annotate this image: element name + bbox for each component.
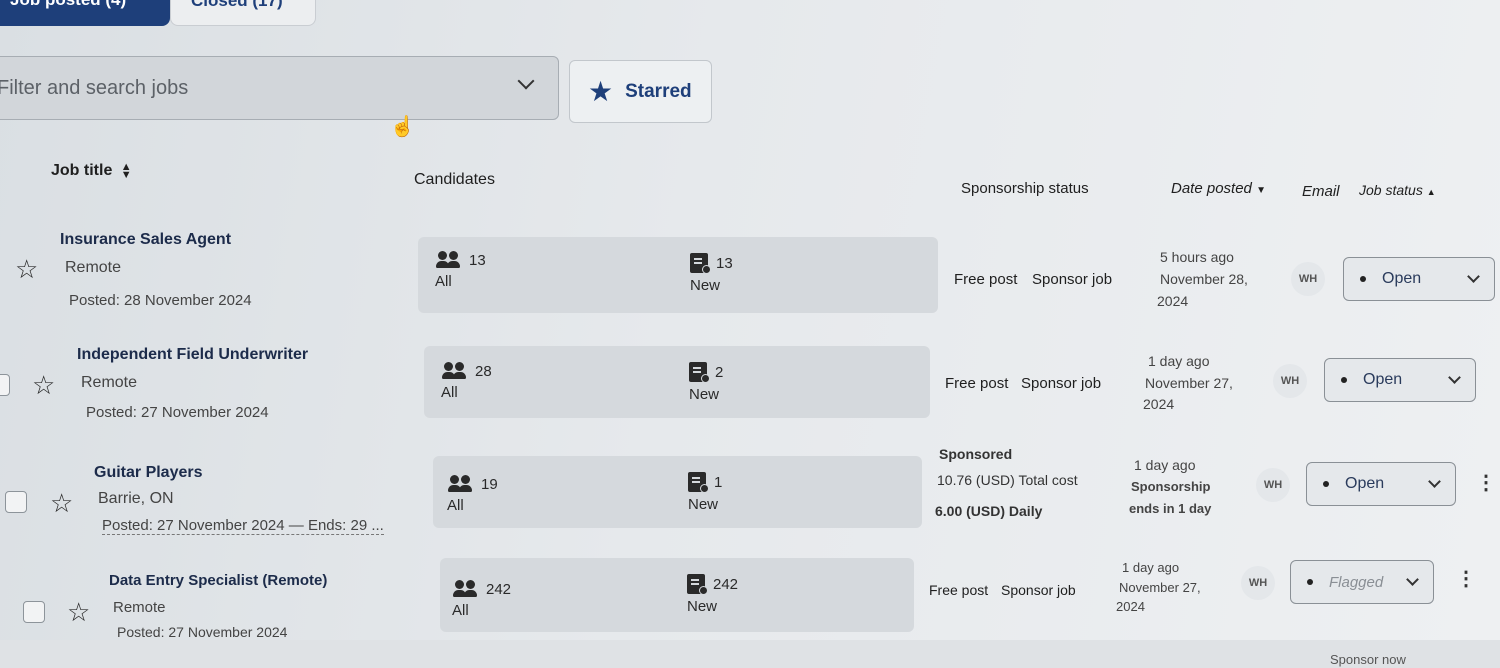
job-title[interactable]: Data Entry Specialist (Remote) [109,572,327,589]
status-dot-icon [1307,579,1313,585]
sponsorship-end: Sponsorship [1131,479,1211,494]
status-dot-icon [1323,481,1329,487]
candidates-panel [424,346,930,418]
candidates-panel [440,558,914,632]
job-title[interactable]: Independent Field Underwriter [77,346,308,364]
date-relative: 1 day ago [1134,457,1196,473]
header-job-title[interactable]: Job title ▲ ▼ [51,161,132,180]
date-absolute: November 27, [1145,375,1233,391]
job-status-select[interactable]: Flagged [1290,560,1434,604]
candidates-panel [433,456,922,528]
date-absolute: November 28, [1160,271,1248,287]
free-post-label: Free post [929,582,989,598]
candidates-all[interactable]: 19 All [447,475,498,514]
next-row-band [0,640,1500,668]
star-outline-icon[interactable]: ☆ [50,490,73,516]
sponsored-label: Sponsored [939,446,1013,462]
job-title[interactable]: Insurance Sales Agent [60,231,231,249]
tab-closed[interactable]: Closed (17) [170,0,316,26]
star-outline-icon[interactable]: ☆ [15,256,38,282]
hand-cursor-icon: ☝ [390,116,415,138]
tab-job-posted[interactable]: Job posted (4) [0,0,170,26]
sponsorship-end-days: ends in 1 day [1129,501,1212,516]
row-checkbox[interactable] [23,601,45,623]
row-checkbox[interactable] [5,491,27,513]
candidates-new[interactable]: 242 New [687,574,738,615]
header-candidates: Candidates [414,171,495,188]
email-avatar[interactable]: WH [1291,262,1325,296]
document-icon [690,253,711,274]
job-posted-date: Posted: 27 November 2024 [86,404,269,421]
document-icon [687,574,708,595]
people-icon [435,251,461,269]
more-options-icon[interactable]: ⋮ [1476,470,1496,495]
sort-icon[interactable]: ▲ ▼ [121,161,132,180]
candidates-all[interactable]: 242 All [452,580,511,619]
search-placeholder: Filter and search jobs [0,76,189,99]
chevron-down-icon [1467,270,1480,283]
starred-button[interactable]: ★ Starred [569,60,712,123]
chevron-down-icon [1406,573,1419,586]
job-status-select[interactable]: Open [1343,257,1495,301]
job-title[interactable]: Guitar Players [94,464,203,482]
job-status-select[interactable]: Open [1324,358,1476,402]
search-input[interactable]: Filter and search jobs [0,56,559,120]
status-dot-icon [1360,276,1366,282]
chevron-down-icon[interactable] [517,72,535,90]
date-year: 2024 [1143,396,1175,412]
date-year: 2024 [1116,599,1145,614]
candidates-new[interactable]: 2 New [689,362,723,403]
chevron-down-icon [1448,371,1461,384]
email-avatar[interactable]: WH [1273,364,1307,398]
date-relative: 1 day ago [1122,560,1180,575]
job-tabs: Job posted (4) Closed (17) [0,0,316,26]
status-dot-icon [1341,377,1347,383]
star-outline-icon[interactable]: ☆ [67,599,90,625]
job-location: Remote [65,259,122,276]
header-sponsorship-status: Sponsorship status [961,180,1089,197]
candidates-panel [418,237,938,313]
candidates-new[interactable]: 1 New [688,472,722,513]
daily-cost: 6.00 (USD) Daily [935,503,1043,519]
more-options-icon[interactable]: ⋮ [1456,566,1476,591]
date-relative: 1 day ago [1148,353,1210,369]
sponsor-job-link[interactable]: Sponsor job [1021,375,1101,392]
star-outline-icon[interactable]: ☆ [32,372,55,398]
star-filled-icon: ★ [588,75,614,107]
sort-asc-icon: ▲ [1426,187,1436,197]
document-icon [688,472,709,493]
total-cost: 10.76 (USD) Total cost [937,472,1078,488]
date-year: 2024 [1157,293,1189,309]
sponsor-job-link[interactable]: Sponsor job [1001,582,1076,598]
job-location: Remote [81,374,138,391]
row-checkbox[interactable] [0,374,10,396]
free-post-label: Free post [945,375,1009,392]
email-avatar[interactable]: WH [1241,566,1275,600]
chevron-down-icon [1428,475,1441,488]
job-posted-date: Posted: 27 November 2024 — Ends: 29 ... [102,517,384,535]
sort-desc-icon: ▼ [1256,185,1266,196]
job-posted-date: Posted: 28 November 2024 [69,292,252,309]
people-icon [452,580,478,598]
candidates-new[interactable]: 13 New [690,253,733,294]
document-icon [689,362,710,383]
sponsor-now-link[interactable]: Sponsor now [1330,652,1406,667]
header-job-status[interactable]: Job status ▲ [1359,182,1436,198]
free-post-label: Free post [954,271,1018,288]
starred-label: Starred [625,80,692,102]
people-icon [441,362,467,380]
job-location: Barrie, ON [98,490,174,507]
date-relative: 5 hours ago [1160,249,1234,265]
header-email: Email [1302,183,1340,200]
people-icon [447,475,473,493]
header-date-posted[interactable]: Date posted ▼ [1171,180,1266,197]
email-avatar[interactable]: WH [1256,468,1290,502]
job-location: Remote [113,599,166,616]
job-status-select[interactable]: Open [1306,462,1456,506]
sponsor-job-link[interactable]: Sponsor job [1032,271,1112,288]
candidates-all[interactable]: 28 All [441,362,492,401]
job-posted-date: Posted: 27 November 2024 [117,624,288,640]
candidates-all[interactable]: 13 All [435,251,486,290]
